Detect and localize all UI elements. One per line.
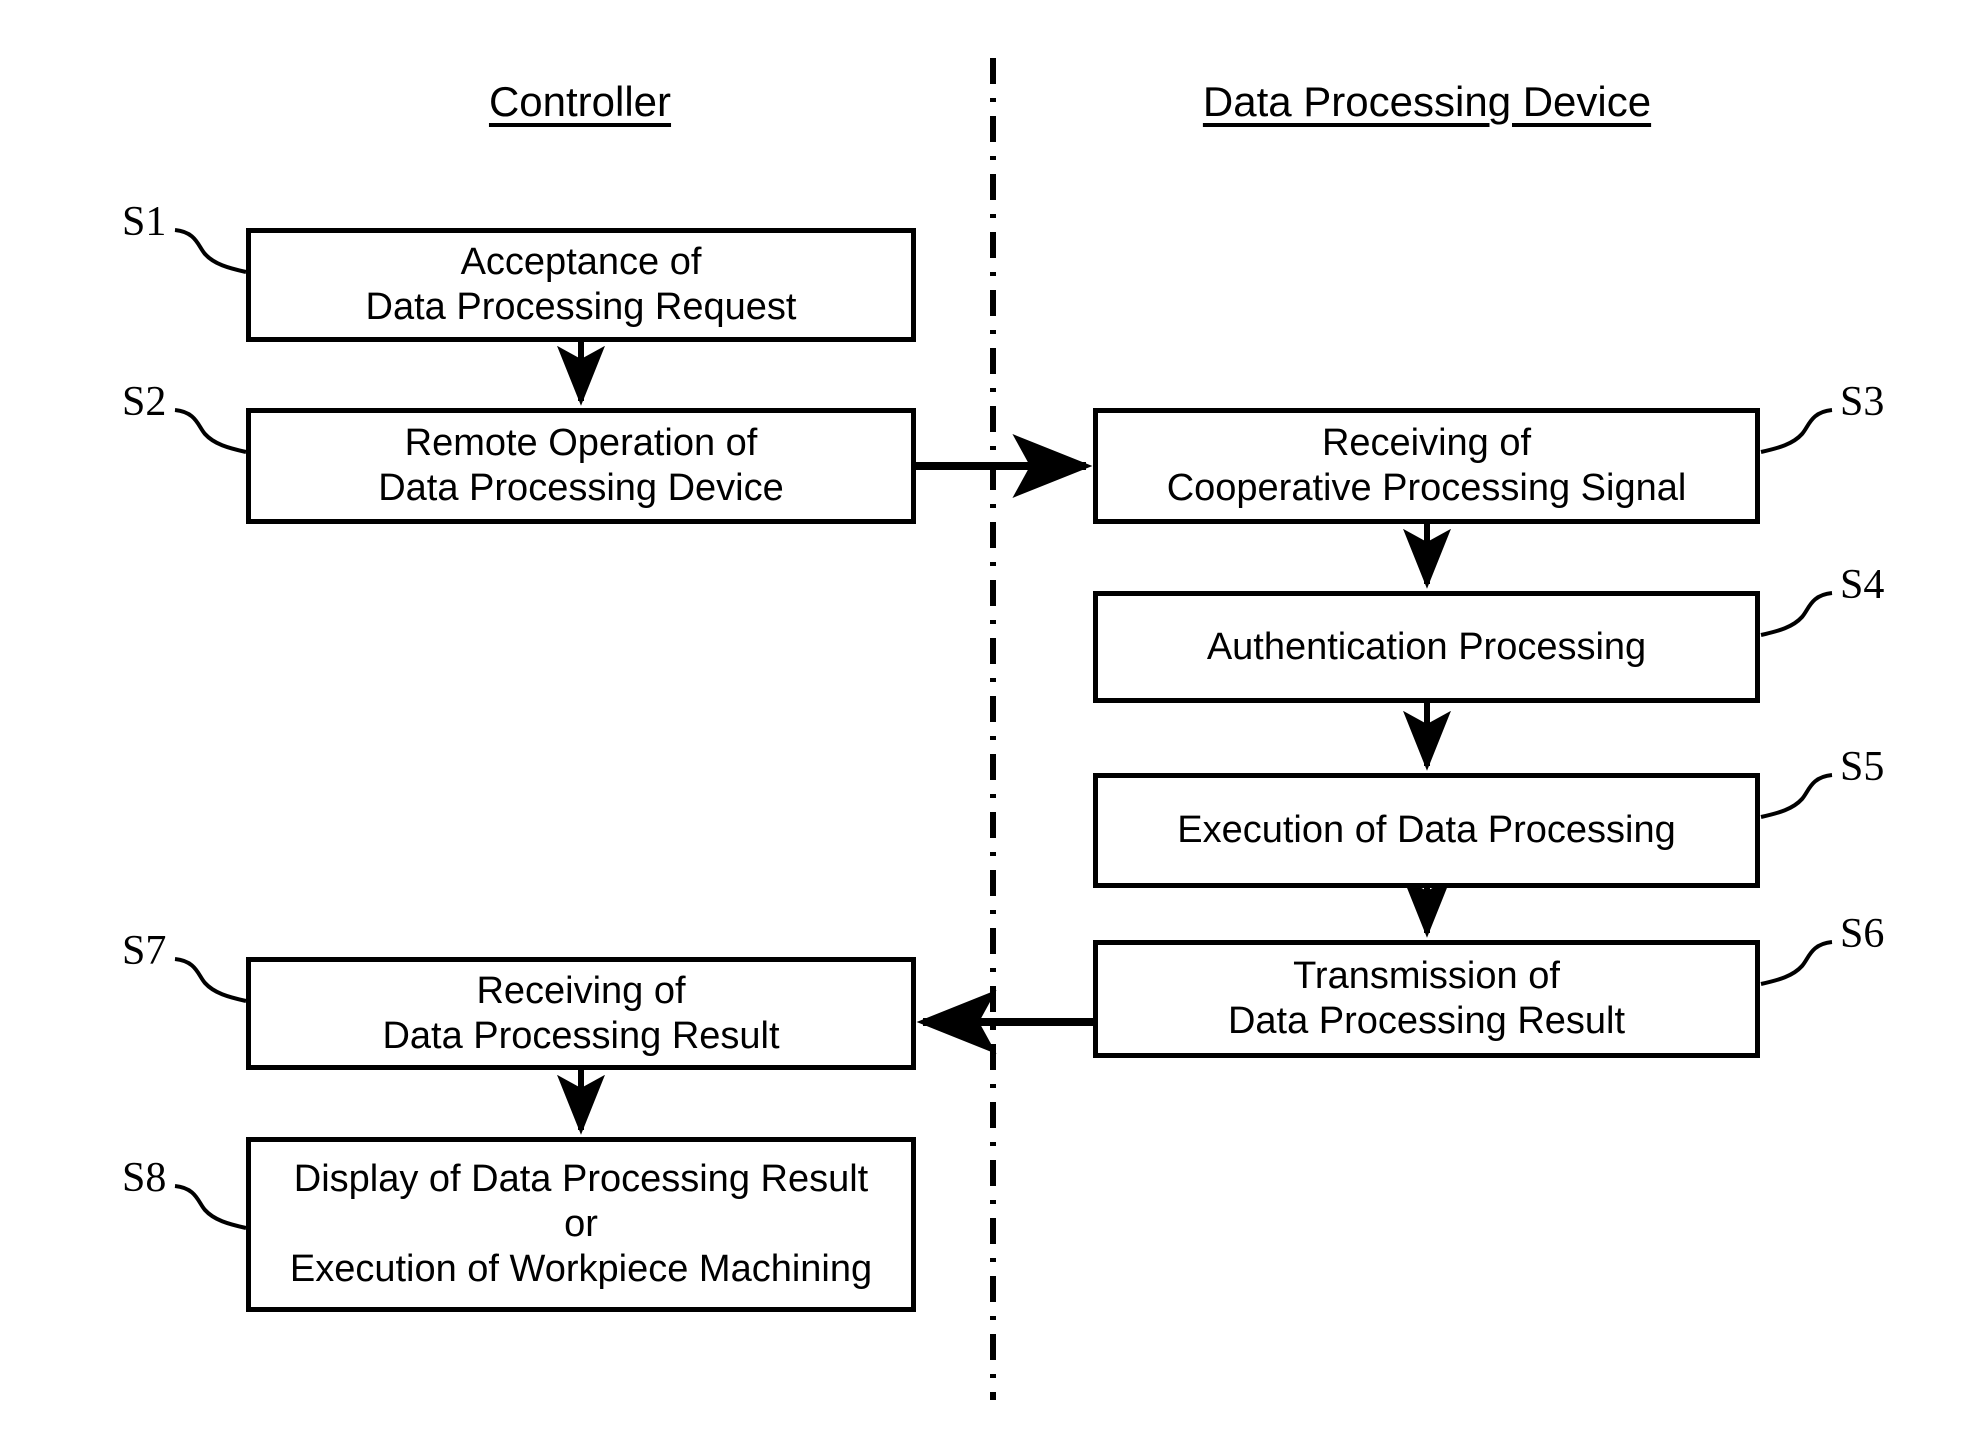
process-node-s7[interactable]: Receiving of Data Processing Result [246, 957, 916, 1070]
step-label-s7: S7 [122, 928, 167, 974]
leader-line-s1 [174, 228, 247, 274]
process-node-s5[interactable]: Execution of Data Processing [1093, 773, 1760, 888]
lane-title-controller: Controller [488, 78, 672, 125]
process-node-s2[interactable]: Remote Operation of Data Processing Devi… [246, 408, 916, 524]
node-line: or [564, 1203, 598, 1246]
leader-line-s8 [174, 1184, 247, 1230]
leader-line-s3 [1760, 408, 1833, 454]
step-label-s5: S5 [1840, 744, 1885, 790]
process-node-s6[interactable]: Transmission of Data Processing Result [1093, 940, 1760, 1058]
step-label-s2: S2 [122, 379, 167, 425]
leader-line-s7 [174, 957, 247, 1003]
node-line: Execution of Data Processing [1177, 809, 1676, 852]
process-node-s4[interactable]: Authentication Processing [1093, 591, 1760, 703]
node-line: Data Processing Device [378, 467, 784, 509]
node-line: Data Processing Request [365, 286, 797, 328]
node-line: Cooperative Processing Signal [1166, 467, 1687, 509]
node-line: Authentication Processing [1206, 625, 1647, 668]
leader-line-s4 [1760, 591, 1833, 637]
step-label-s6: S6 [1840, 911, 1885, 957]
step-label-s8: S8 [122, 1155, 167, 1201]
node-line: Display of Data Processing Result [293, 1158, 869, 1201]
node-line: Data Processing Result [382, 1014, 780, 1057]
leader-line-s5 [1760, 773, 1833, 819]
step-label-s3: S3 [1840, 379, 1885, 425]
step-label-s4: S4 [1840, 562, 1885, 608]
lane-title-data-processing-device: Data Processing Device [1202, 78, 1652, 125]
process-node-s8[interactable]: Display of Data Processing Result or Exe… [246, 1137, 916, 1312]
node-line: Remote Operation of [404, 422, 758, 465]
node-line: Transmission of [1293, 955, 1560, 998]
node-line: Receiving of [1321, 422, 1532, 465]
leader-line-s2 [174, 408, 247, 454]
step-label-s1: S1 [122, 199, 167, 245]
node-line: Data Processing Result [1227, 1000, 1626, 1042]
node-line: Execution of Workpiece Machining [289, 1247, 873, 1290]
process-node-s1[interactable]: Acceptance of Data Processing Request [246, 228, 916, 342]
flowchart-canvas: Controller Data Processing Device Accept… [0, 0, 1986, 1447]
node-line: Acceptance of [460, 241, 702, 284]
process-node-s3[interactable]: Receiving of Cooperative Processing Sign… [1093, 408, 1760, 524]
leader-line-s6 [1760, 940, 1833, 986]
node-line: Receiving of [476, 969, 686, 1012]
